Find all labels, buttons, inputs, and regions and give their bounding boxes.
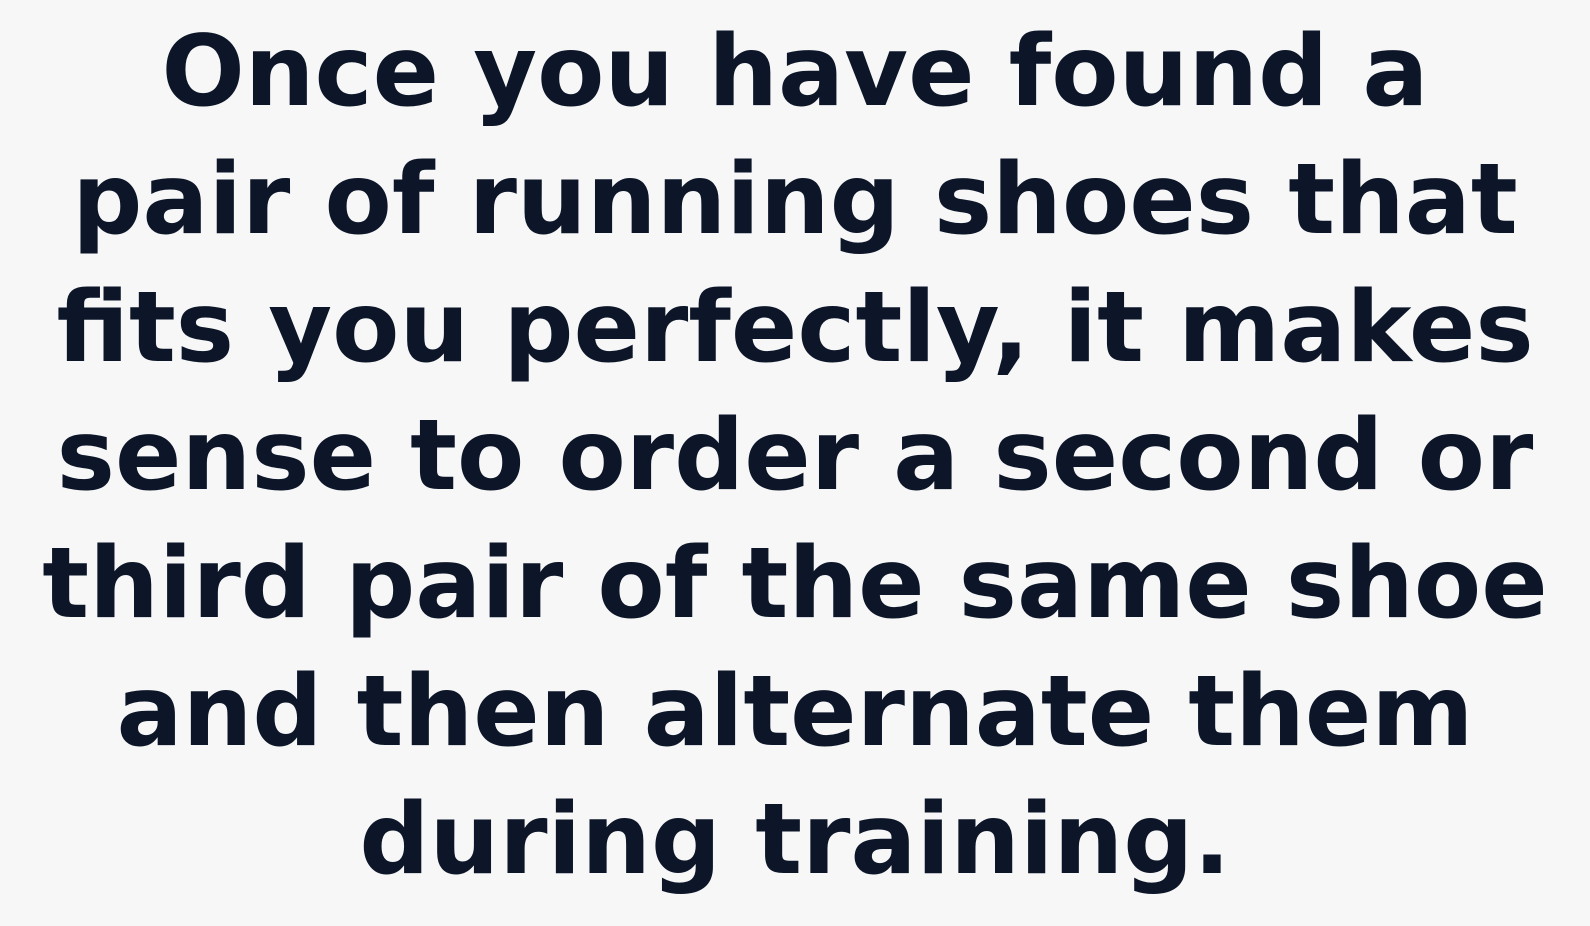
quote-block: Once you have found a pair of running sh…: [0, 0, 1590, 926]
quote-line-6: and then alternate them: [116, 655, 1474, 769]
quote-line-5: third pair of the same shoe: [42, 527, 1548, 641]
quote-line-7: during training.: [359, 783, 1231, 897]
quote-line-2: pair of running shoes that: [72, 143, 1518, 257]
quote-line-4: sense to order a second or: [56, 399, 1534, 513]
quote-line-1: Once you have found a: [161, 15, 1429, 129]
quote-line-3: fits you perfectly, it makes: [56, 271, 1534, 385]
